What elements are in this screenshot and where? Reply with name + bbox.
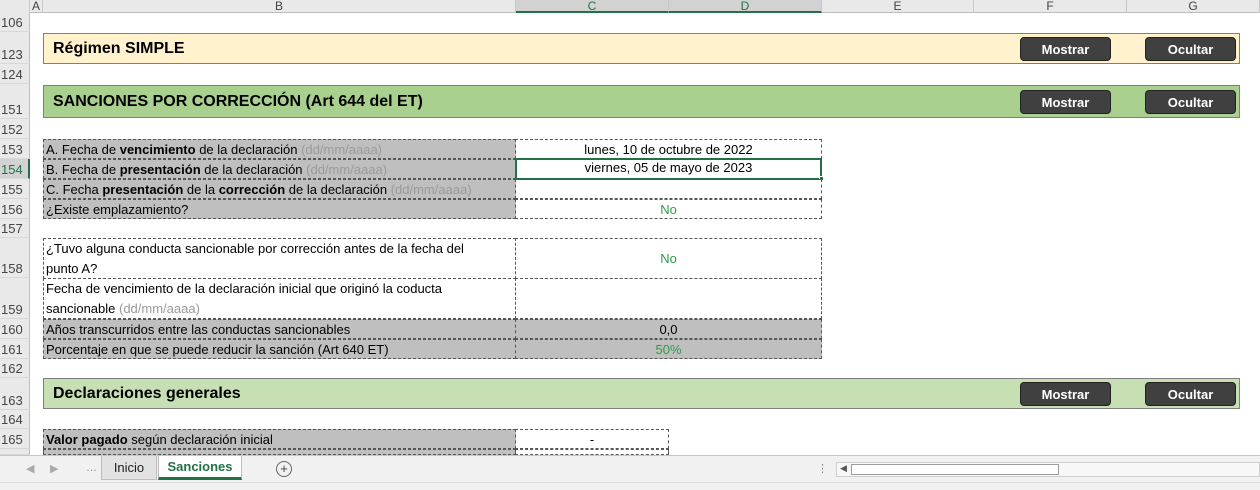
label-conducta-sancionable[interactable]: ¿Tuvo alguna conducta sancionable por co… [43, 238, 516, 279]
label-fecha-correccion[interactable]: C. Fecha presentación de la corrección d… [43, 179, 516, 199]
date-hint: (dd/mm/aaaa) [306, 162, 388, 177]
label-anios-transcurridos[interactable]: Años transcurridos entre las conductas s… [43, 319, 516, 339]
label-bold: corrección [218, 182, 286, 197]
add-sheet-icon[interactable]: + [276, 461, 292, 477]
label-vencimiento-inicial[interactable]: Fecha de vencimiento de la declaración i… [43, 278, 516, 319]
row-header[interactable]: 163 [0, 378, 30, 410]
date-hint: (dd/mm/aaaa) [301, 142, 383, 157]
label-valor-pagado[interactable]: Valor pagado según declaración inicial [43, 429, 516, 449]
value-conducta-sancionable[interactable]: No [515, 238, 822, 279]
label-line: ¿Tuvo alguna conducta sancionable por co… [46, 241, 464, 256]
show-button[interactable]: Mostrar [1020, 382, 1111, 406]
label-bold: Valor pagado [46, 432, 128, 447]
column-header-c[interactable]: C [516, 0, 669, 13]
label-text: de la declaración [200, 162, 307, 177]
tab-inicio[interactable]: Inicio [101, 456, 157, 480]
row-header[interactable]: 124 [0, 64, 30, 84]
date-hint: (dd/mm/aaaa) [119, 301, 200, 316]
value-porcentaje-reduccion[interactable]: 50% [515, 339, 822, 359]
next-sheet-icon[interactable]: ▶ [50, 462, 58, 475]
more-sheets-icon[interactable]: … [86, 462, 97, 474]
column-header-a[interactable]: A [30, 0, 43, 13]
row-header[interactable]: 159 [0, 278, 30, 319]
label-text: C. Fecha [46, 182, 103, 197]
banner-regimen-simple: Régimen SIMPLE Mostrar Ocultar [43, 33, 1240, 64]
column-header-d[interactable]: D [669, 0, 822, 13]
label-fecha-presentacion[interactable]: B. Fecha de presentación de la declaraci… [43, 159, 516, 179]
hide-button[interactable]: Ocultar [1145, 90, 1236, 114]
row-header[interactable]: 151 [0, 84, 30, 119]
hide-button[interactable]: Ocultar [1145, 37, 1236, 61]
label-text: sancionable [46, 301, 119, 316]
splitter-handle-icon[interactable]: ⋮ [817, 462, 828, 475]
label-text: según declaración inicial [127, 432, 273, 447]
row-header[interactable]: 153 [0, 139, 30, 159]
scroll-left-icon[interactable]: ◀ [840, 463, 847, 474]
label-line: Fecha de vencimiento de la declaración i… [46, 281, 443, 296]
hide-button[interactable]: Ocultar [1145, 382, 1236, 406]
banner-sanciones: SANCIONES POR CORRECCIÓN (Art 644 del ET… [43, 85, 1240, 118]
row-header[interactable]: 155 [0, 179, 30, 199]
status-bar [0, 482, 1260, 490]
row-header[interactable]: 160 [0, 319, 30, 339]
value-valor-pagado[interactable]: - [515, 429, 669, 449]
label-porcentaje-reduccion[interactable]: Porcentaje en que se puede reducir la sa… [43, 339, 516, 359]
scroll-thumb[interactable] [851, 464, 1059, 475]
row-header[interactable]: 161 [0, 339, 30, 359]
value-fecha-correccion[interactable] [515, 179, 822, 199]
show-button[interactable]: Mostrar [1020, 90, 1111, 114]
label-bold: vencimiento [119, 142, 196, 157]
label-text: B. Fecha de [46, 162, 120, 177]
banner-declaraciones-generales: Declaraciones generales Mostrar Ocultar [43, 378, 1240, 409]
label-text: de la declaración [195, 142, 302, 157]
value-fecha-vencimiento[interactable]: lunes, 10 de octubre de 2022 [515, 139, 822, 159]
column-header-bar: A B C D E F G [0, 0, 1260, 13]
column-header-f[interactable]: F [974, 0, 1127, 13]
label-emplazamiento[interactable]: ¿Existe emplazamiento? [43, 199, 516, 219]
label-fecha-vencimiento[interactable]: A. Fecha de vencimiento de la declaració… [43, 139, 516, 159]
value-vencimiento-inicial[interactable] [515, 278, 822, 319]
value-emplazamiento[interactable]: No [515, 199, 822, 219]
row-header[interactable]: 165 [0, 429, 30, 449]
sheet-tab-bar: ◀ ▶ … Inicio Sanciones + ⋮ ◀ [0, 455, 1260, 482]
row-header[interactable]: 164 [0, 410, 30, 429]
row-header[interactable]: 156 [0, 199, 30, 219]
row-header[interactable]: 152 [0, 119, 30, 139]
row-header[interactable]: 158 [0, 238, 30, 278]
row-header-selected[interactable]: 154 [0, 159, 30, 179]
row-header[interactable]: 123 [0, 32, 30, 64]
label-line: punto A? [46, 261, 98, 276]
horizontal-scrollbar[interactable]: ◀ [836, 462, 1260, 477]
value-fecha-presentacion[interactable]: viernes, 05 de mayo de 2023 [515, 158, 822, 180]
column-header-g[interactable]: G [1127, 0, 1260, 13]
label-text: A. Fecha de [46, 142, 120, 157]
date-hint: (dd/mm/aaaa) [390, 182, 472, 197]
row-header[interactable]: 106 [0, 13, 30, 32]
column-header-e[interactable]: E [822, 0, 974, 13]
row-header[interactable]: 162 [0, 359, 30, 378]
select-all-corner[interactable] [0, 0, 30, 13]
row-header[interactable]: 157 [0, 219, 30, 238]
label-text: de la declaración [285, 182, 391, 197]
label-bold: presentación [119, 162, 201, 177]
prev-sheet-icon[interactable]: ◀ [26, 462, 34, 475]
label-text: de la [183, 182, 219, 197]
tab-sanciones[interactable]: Sanciones [158, 456, 242, 480]
column-header-b[interactable]: B [43, 0, 516, 13]
show-button[interactable]: Mostrar [1020, 37, 1111, 61]
value-anios-transcurridos[interactable]: 0,0 [515, 319, 822, 339]
label-bold: presentación [102, 182, 184, 197]
